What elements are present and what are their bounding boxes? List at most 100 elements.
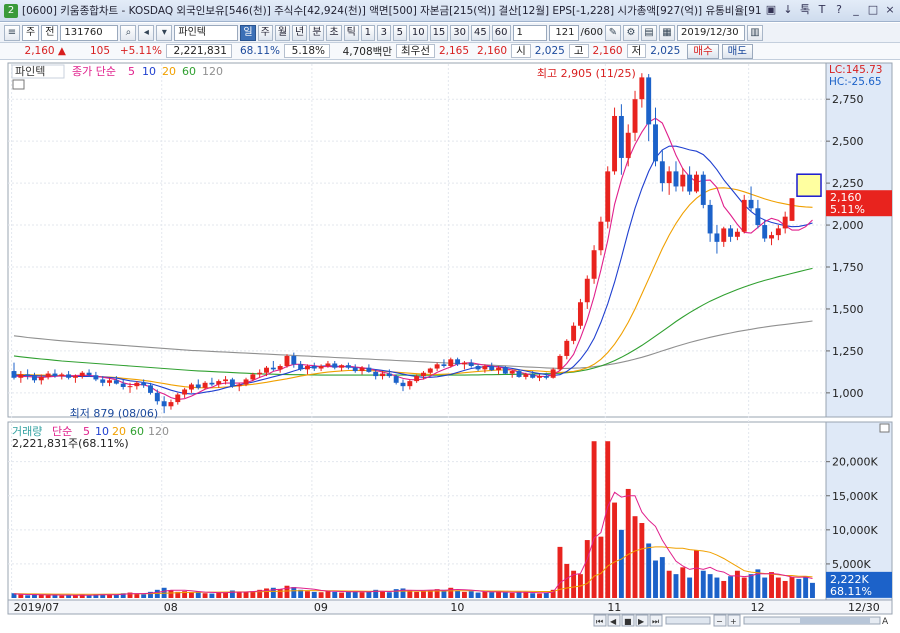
volume-bar — [86, 595, 92, 598]
buy-button[interactable]: 매수 — [687, 43, 719, 59]
candle-body — [11, 371, 17, 378]
candle-body — [380, 373, 385, 377]
font-size-toggle[interactable]: A — [882, 617, 889, 627]
candle-body — [86, 372, 92, 376]
panel-menu-icon[interactable] — [12, 79, 25, 90]
hc-label: HC:-25.65 — [829, 76, 882, 88]
sell-button[interactable]: 매도 — [721, 43, 753, 59]
count-input[interactable]: 1 — [512, 24, 547, 41]
price-panel[interactable] — [7, 62, 827, 418]
scrollbar-thumb[interactable] — [800, 617, 870, 624]
minimize-button[interactable]: _ — [850, 3, 862, 17]
candle-body — [386, 373, 392, 377]
interval-45[interactable]: 45 — [471, 24, 490, 41]
candle-body — [264, 367, 269, 373]
candle-body — [721, 228, 727, 242]
candle-body — [523, 374, 529, 377]
candle-body — [100, 379, 106, 383]
date-input[interactable]: 2019/12/30 — [676, 24, 745, 41]
interval-10[interactable]: 10 — [408, 24, 428, 41]
period-select[interactable]: 전 — [41, 24, 59, 41]
link-icon[interactable]: ▣ — [765, 3, 777, 17]
candle-body — [339, 365, 345, 368]
candle-body — [229, 379, 235, 387]
candle-body — [618, 115, 624, 158]
interval-3[interactable]: 3 — [376, 24, 391, 41]
interval-60[interactable]: 60 — [491, 24, 511, 41]
help-icon[interactable]: ? — [833, 3, 845, 17]
volume-bar — [707, 574, 713, 598]
candle-body — [421, 372, 426, 377]
timeframe-tick[interactable]: 틱 — [343, 24, 359, 41]
timeframe-week[interactable]: 주 — [257, 24, 273, 41]
interval-30[interactable]: 30 — [450, 24, 470, 41]
volume-bar — [714, 577, 720, 598]
volume-bar — [687, 577, 693, 598]
zoom-slider[interactable] — [665, 616, 711, 625]
period-box[interactable]: 주 — [22, 24, 40, 41]
volume-bar — [618, 529, 624, 598]
stock-name-field[interactable]: 파인텍 — [174, 24, 239, 41]
price-tick-label: 2,750 — [832, 93, 864, 106]
stop-icon: ■ — [624, 617, 632, 626]
interval-1[interactable]: 1 — [360, 24, 375, 41]
candle-body — [564, 340, 570, 356]
volume-tick-label: 20,000K — [832, 456, 878, 469]
date-tick-label: 11 — [607, 601, 621, 614]
candle-body — [639, 77, 645, 100]
volume-bar — [209, 593, 215, 598]
price-tick-label: 1,000 — [832, 387, 864, 400]
font-size-icon[interactable]: T — [816, 3, 828, 17]
volume-bar — [311, 591, 317, 598]
interval-5[interactable]: 5 — [392, 24, 407, 41]
search-icon[interactable]: ⌕ — [120, 24, 137, 41]
candle-body — [318, 366, 324, 369]
candle-body — [325, 363, 331, 367]
low-price: 2,025 — [650, 45, 681, 57]
grid-icon[interactable]: ▦ — [658, 24, 675, 41]
calendar-icon[interactable]: ▥ — [746, 24, 763, 41]
candle-body — [216, 381, 222, 385]
volume-bar — [482, 591, 488, 598]
volume-bar — [543, 592, 549, 598]
dropdown-icon[interactable]: ▾ — [156, 24, 173, 41]
high-price: 2,160 — [592, 45, 623, 57]
price-tick-label: 2,000 — [832, 219, 864, 232]
volume-bar — [332, 591, 338, 598]
next-icon: ▶ — [638, 617, 645, 626]
amount: 4,708백만 — [342, 45, 392, 58]
interval-15[interactable]: 15 — [429, 24, 449, 41]
volume-bar — [605, 441, 611, 598]
volume-panel-menu-icon[interactable] — [879, 423, 890, 433]
download-icon[interactable]: ↓ — [782, 3, 794, 17]
stock-code-input[interactable]: 131760 — [60, 24, 119, 41]
timeframe-second[interactable]: 초 — [326, 24, 342, 41]
timeframe-day[interactable]: 일 — [240, 24, 256, 41]
volume-bar — [380, 591, 385, 598]
close-button[interactable]: × — [884, 3, 896, 17]
app-icon: 2 — [4, 3, 18, 18]
volume-bar — [509, 592, 515, 598]
selection-box[interactable] — [796, 173, 822, 197]
settings-icon[interactable]: ⚙ — [622, 24, 639, 41]
speaker-icon[interactable]: ◂ — [138, 24, 155, 41]
candle-body — [461, 362, 467, 365]
save-icon[interactable]: ▤ — [640, 24, 657, 41]
range-input[interactable]: 121 — [548, 24, 579, 41]
candle-body — [161, 401, 167, 407]
candle-body — [352, 367, 358, 372]
volume-bar — [537, 593, 542, 598]
timeframe-minute[interactable]: 분 — [309, 24, 325, 41]
list-icon[interactable]: ≡ — [4, 24, 20, 41]
price-tick-label: 1,250 — [832, 345, 864, 358]
candle-body — [359, 367, 365, 372]
chart-area[interactable]: 1,000 1,250 1,500 1,750 2,000 2,250 2,500 2,750… — [0, 61, 900, 633]
timeframe-year[interactable]: 년 — [292, 24, 308, 41]
date-tick-label: 10 — [450, 601, 464, 614]
ma20-legend: 20 — [162, 65, 176, 78]
maximize-button[interactable]: □ — [867, 3, 879, 17]
talk-icon[interactable]: 톡 — [799, 3, 811, 17]
drawing-icon[interactable]: ✎ — [604, 24, 621, 41]
volume-bar — [496, 591, 502, 598]
timeframe-month[interactable]: 월 — [274, 24, 291, 41]
